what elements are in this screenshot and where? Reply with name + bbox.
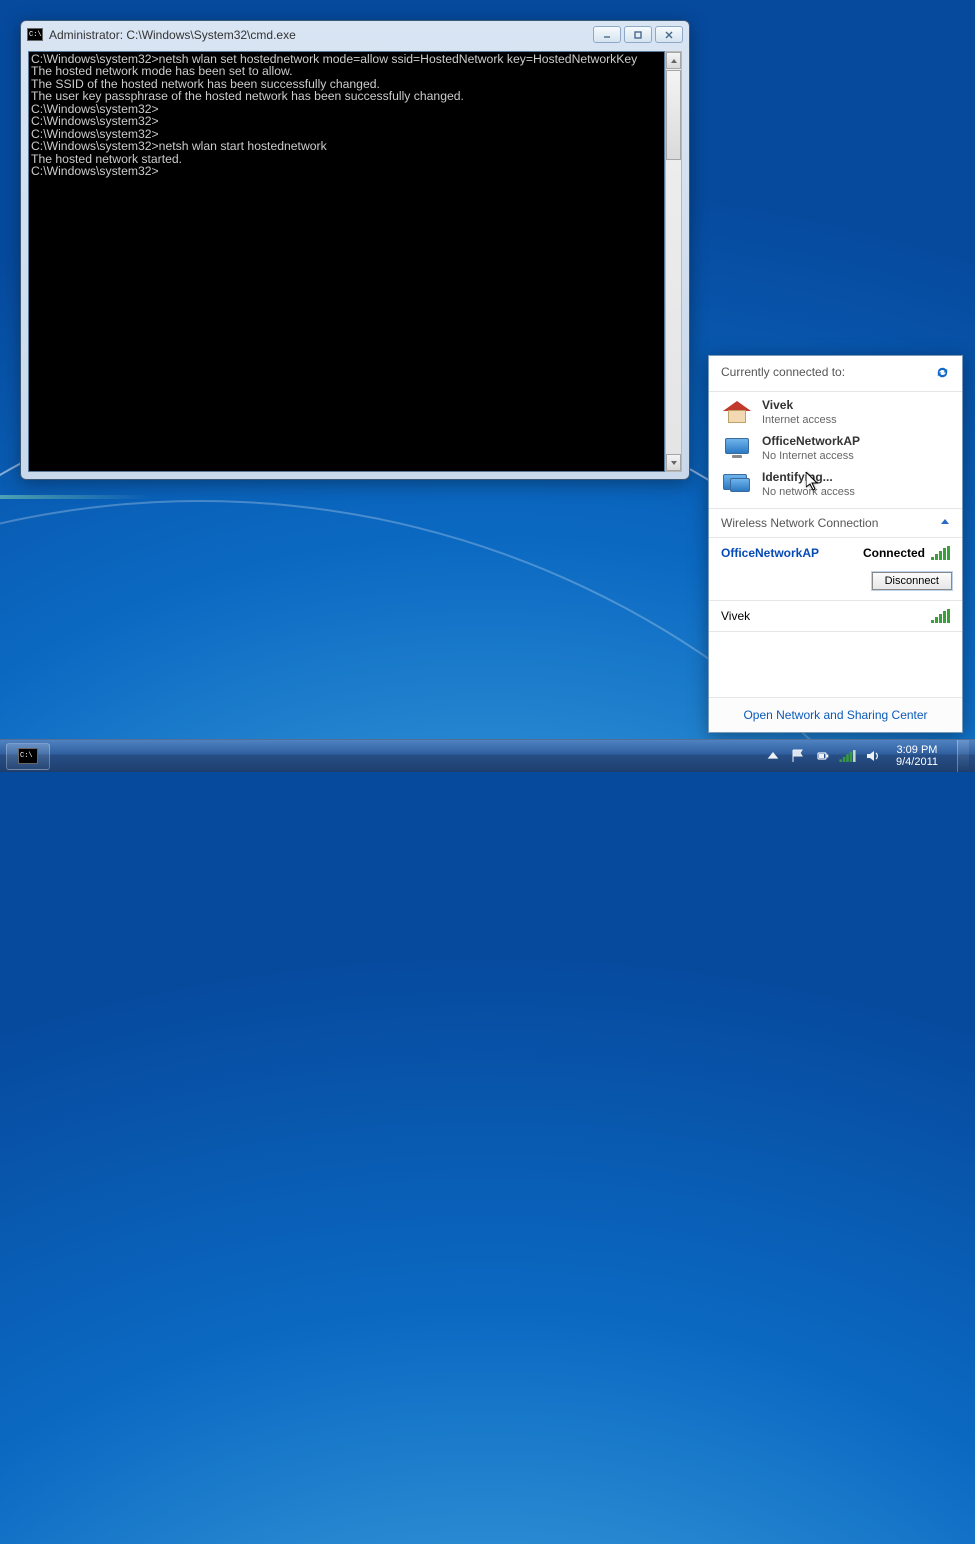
- cmd-icon: [18, 748, 38, 764]
- wifi-name: OfficeNetworkAP: [721, 546, 819, 560]
- refresh-icon[interactable]: [935, 365, 950, 383]
- scroll-up-button[interactable]: [666, 52, 681, 69]
- network-flyout[interactable]: Currently connected to: Vivek Internet ac…: [708, 355, 963, 733]
- close-button[interactable]: [655, 26, 683, 43]
- connection-name: OfficeNetworkAP: [762, 434, 860, 448]
- tray-time: 3:09 PM: [896, 744, 938, 756]
- connection-status: No network access: [762, 486, 855, 498]
- wifi-network-row[interactable]: Vivek: [709, 601, 962, 631]
- flag-icon[interactable]: [790, 748, 806, 764]
- signal-icon: [931, 609, 950, 623]
- chevron-up-icon: [940, 517, 950, 530]
- cmd-line: The user key passphrase of the hosted ne…: [31, 90, 662, 102]
- signal-icon: [931, 546, 950, 560]
- volume-icon[interactable]: [865, 748, 881, 764]
- connection-item[interactable]: Vivek Internet access: [721, 394, 950, 430]
- network-flyout-header: Currently connected to:: [709, 356, 962, 392]
- tray-overflow-icon[interactable]: [765, 748, 781, 764]
- scroll-down-button[interactable]: [666, 454, 681, 471]
- wifi-name: Vivek: [721, 609, 750, 623]
- scroll-thumb[interactable]: [666, 70, 681, 160]
- cmd-icon: [27, 28, 43, 41]
- connection-status: Internet access: [762, 414, 837, 426]
- tray-date: 9/4/2011: [896, 756, 938, 768]
- cmd-terminal[interactable]: C:\Windows\system32>netsh wlan set hoste…: [28, 51, 665, 472]
- taskbar[interactable]: 3:09 PM 9/4/2011: [0, 739, 975, 772]
- cmd-title: Administrator: C:\Windows\System32\cmd.e…: [49, 28, 296, 42]
- connection-name: Vivek: [762, 398, 837, 412]
- cmd-line: The hosted network mode has been set to …: [31, 65, 662, 77]
- network-header-label: Currently connected to:: [721, 365, 845, 379]
- cmd-window[interactable]: Administrator: C:\Windows\System32\cmd.e…: [20, 20, 690, 480]
- connection-item[interactable]: OfficeNetworkAP No Internet access: [721, 430, 950, 466]
- power-icon[interactable]: [815, 748, 831, 764]
- cmd-line: C:\Windows\system32>: [31, 115, 662, 127]
- connection-name: Identifying...: [762, 470, 855, 484]
- open-network-center-link[interactable]: Open Network and Sharing Center: [709, 697, 962, 732]
- connection-icon: [721, 434, 753, 462]
- open-network-center-label: Open Network and Sharing Center: [743, 708, 927, 722]
- cmd-titlebar[interactable]: Administrator: C:\Windows\System32\cmd.e…: [21, 21, 689, 48]
- show-desktop-button[interactable]: [957, 740, 969, 772]
- connection-icon: [721, 470, 753, 498]
- cmd-scrollbar[interactable]: [665, 51, 682, 472]
- cmd-line: C:\Windows\system32>netsh wlan start hos…: [31, 140, 662, 152]
- taskbar-item-cmd[interactable]: [6, 743, 50, 770]
- cmd-line: C:\Windows\system32>: [31, 165, 662, 177]
- connection-status: No Internet access: [762, 450, 854, 462]
- wifi-network-row[interactable]: OfficeNetworkAP Connected: [709, 538, 962, 568]
- system-tray[interactable]: 3:09 PM 9/4/2011: [759, 740, 971, 772]
- connection-icon: [721, 398, 753, 426]
- minimize-button[interactable]: [593, 26, 621, 43]
- maximize-button[interactable]: [624, 26, 652, 43]
- wifi-state: Connected: [863, 546, 925, 560]
- connection-item[interactable]: Identifying... No network access: [721, 466, 950, 502]
- network-tray-icon[interactable]: [840, 748, 856, 764]
- wireless-section-label: Wireless Network Connection: [721, 516, 878, 530]
- disconnect-button[interactable]: Disconnect: [872, 572, 952, 590]
- tray-clock[interactable]: 3:09 PM 9/4/2011: [890, 744, 944, 768]
- wireless-section-header[interactable]: Wireless Network Connection: [709, 509, 962, 538]
